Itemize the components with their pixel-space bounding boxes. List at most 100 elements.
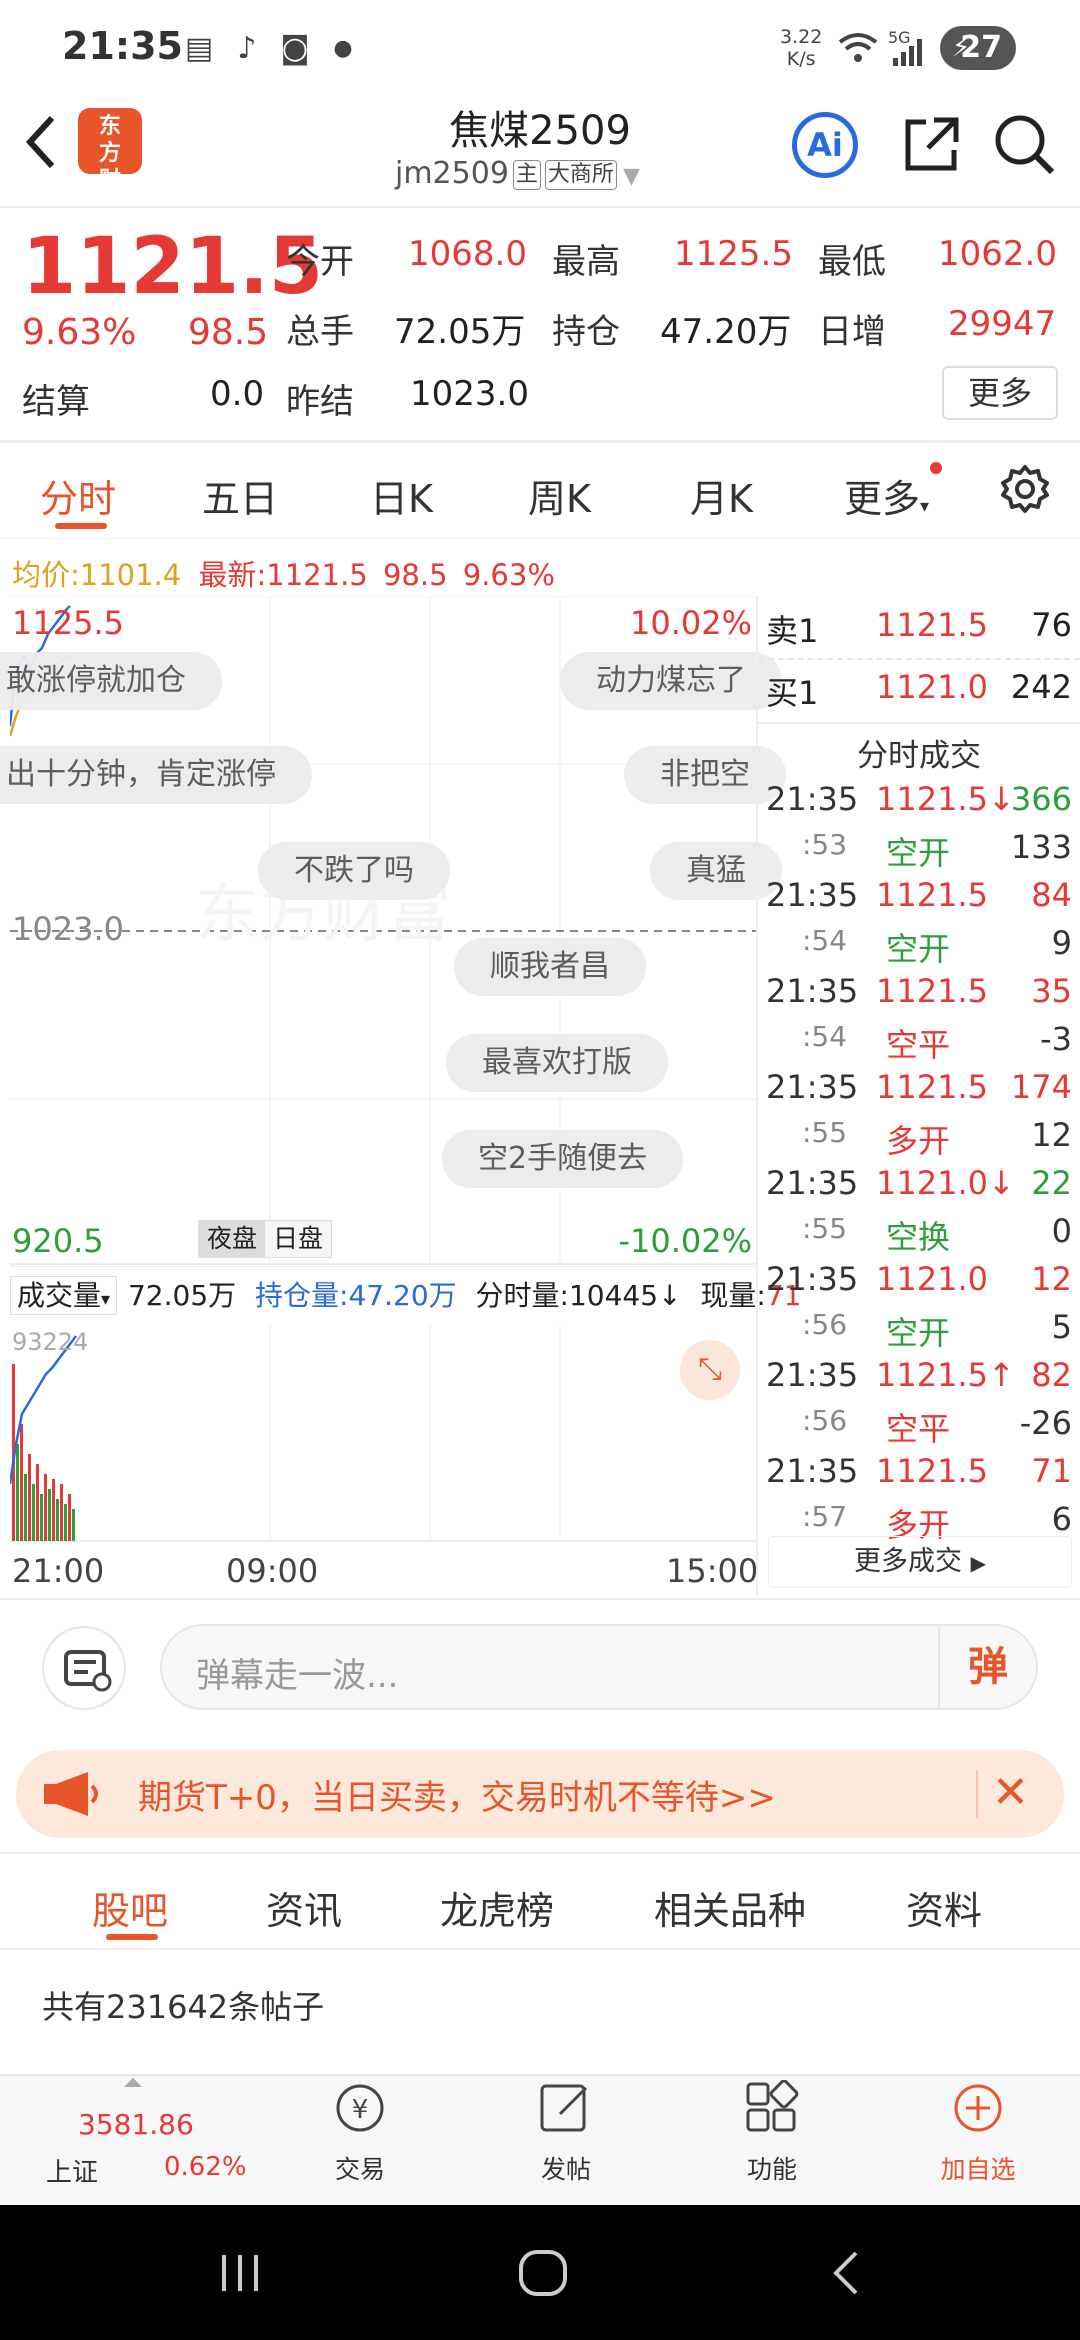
more-quote-button[interactable]: 更多 [942, 366, 1058, 420]
tab-news[interactable]: 资讯 [266, 1880, 342, 1935]
system-nav-bar [0, 2205, 1080, 2340]
settle-label: 结算 [22, 382, 90, 422]
tab-profile[interactable]: 资料 [906, 1880, 982, 1935]
network-speed: 3.22 K/s [780, 26, 823, 70]
more-notifications-icon: ● [333, 36, 353, 61]
prev-settle-value: 1023.0 [410, 374, 529, 414]
open-value: 1068.0 [408, 234, 527, 274]
night-session-tab[interactable]: 夜盘 [199, 1221, 266, 1257]
oi-value: 47.20万 [660, 312, 792, 352]
time-label-start: 21:00 [12, 1552, 105, 1590]
home-icon[interactable] [518, 2249, 568, 2301]
deal-type: 空开 [886, 1314, 951, 1352]
contract-code: jm2509 [395, 156, 509, 191]
settings-gear-icon[interactable] [1000, 464, 1050, 518]
last-price: 1121.5 [22, 222, 323, 312]
tab-intraday[interactable]: 分时 [40, 468, 116, 523]
active-tab-underline [55, 523, 107, 529]
promo-banner[interactable]: 期货T+0，当日买卖，交易时机不等待>> ✕ [16, 1750, 1064, 1838]
deal-time: :55 [802, 1116, 848, 1149]
intraday-chart[interactable]: 东方财富 1125.5 10.02% 1023.0 920.5 -10.02% … [0, 596, 786, 1266]
status-time: 21:35 [62, 24, 183, 68]
deal-row: 21:35 1121.5↑ 82 [758, 1356, 1080, 1404]
signal-icon [890, 36, 928, 74]
deal-price: 1121.0 [876, 1260, 988, 1298]
search-icon[interactable] [990, 110, 1060, 180]
deals-title: 分时成交 [857, 738, 981, 774]
collapse-arrow-icon[interactable] [124, 2078, 142, 2087]
deal-price: 1121.5 [876, 1452, 988, 1490]
tab-monthly-k[interactable]: 月K [690, 468, 753, 523]
deal-row: :53 空开 133 [758, 828, 1080, 876]
deal-qty: 133 [1010, 828, 1072, 866]
order-book: 卖1 1121.5 76 买1 1121.0 242 分时成交 21:35 112… [758, 596, 1080, 1596]
deal-type: 空开 [886, 834, 951, 872]
expand-icon[interactable]: ⤡ [680, 1340, 740, 1400]
deal-row: :56 空平 -26 [758, 1404, 1080, 1452]
volume-total: 72.05万 [127, 1279, 237, 1312]
contract-subtitle[interactable]: jm2509 主大商所 ▼ [395, 156, 640, 191]
deal-row: 21:35 1121.5 35 [758, 972, 1080, 1020]
tab-guba[interactable]: 股吧 [92, 1880, 168, 1935]
chart-bottom-price: 920.5 [12, 1222, 104, 1260]
index-percent: 0.62% [164, 2152, 247, 2182]
deal-type: 空换 [886, 1218, 951, 1256]
tab-related[interactable]: 相关品种 [654, 1880, 806, 1935]
deal-row: 21:35 1121.0↓ 22 [758, 1164, 1080, 1212]
tiktok-icon: ♪ [237, 31, 257, 66]
deal-time: :53 [802, 828, 848, 861]
day-session-tab[interactable]: 日盘 [265, 1221, 331, 1257]
oi-label: 持仓 [552, 312, 620, 352]
calendar-icon: ▤ [184, 31, 214, 66]
chart-mid-price: 1023.0 [12, 910, 124, 948]
deal-row: 21:35 1121.5 174 [758, 1068, 1080, 1116]
close-icon[interactable]: ✕ [992, 1768, 1029, 1818]
change-amount: 98.5 [188, 312, 269, 353]
session-toggle[interactable]: 夜盘 日盘 [198, 1220, 333, 1258]
deal-price: 1121.5↓ [876, 780, 1015, 818]
deal-time: 21:35 [766, 1356, 859, 1394]
danmu-settings-icon[interactable] [42, 1626, 126, 1710]
deal-price: 1121.5 [876, 1068, 988, 1106]
time-volume: 分时量:10445↓ [475, 1279, 682, 1312]
nav-trade[interactable]: ¥ 交易 [290, 2080, 430, 2186]
open-interest: 持仓量:47.20万 [255, 1279, 457, 1312]
index-value[interactable]: 3581.86 [78, 2108, 194, 2141]
deal-type: 空平 [886, 1026, 951, 1064]
nav-post[interactable]: 发帖 [496, 2080, 636, 2186]
high-label: 最高 [552, 242, 620, 282]
deal-qty: 5 [1051, 1308, 1072, 1346]
tab-dragon-tiger[interactable]: 龙虎榜 [440, 1880, 554, 1935]
wifi-icon [838, 30, 878, 68]
svg-text:¥: ¥ [352, 2095, 369, 2125]
deal-time: 21:35 [766, 1068, 859, 1106]
tab-five-day[interactable]: 五日 [202, 468, 278, 523]
deal-price: 1121.0↓ [876, 1164, 1015, 1202]
system-back-icon[interactable] [828, 2249, 864, 2301]
deal-qty: 71 [1031, 1452, 1072, 1490]
deal-qty: 366 [1010, 780, 1072, 818]
deal-qty: 35 [1031, 972, 1072, 1010]
deal-type: 空平 [886, 1410, 951, 1448]
tab-weekly-k[interactable]: 周K [528, 468, 591, 523]
tab-more[interactable]: 更多▾ [844, 468, 929, 523]
danmu-input[interactable]: 弹幕走一波... 弹 [160, 1624, 1038, 1710]
time-label-mid: 09:00 [226, 1552, 319, 1590]
nav-add-watchlist[interactable]: 加自选 [908, 2080, 1048, 2186]
deal-row: :56 空开 5 [758, 1308, 1080, 1356]
danmu-bubble: 最喜欢打版 [446, 1034, 668, 1092]
volume-dropdown[interactable]: 成交量▾ [10, 1276, 118, 1315]
danmu-bubble: 空2手随便去 [442, 1130, 684, 1188]
more-deals-button[interactable]: 更多成交 ▶ [768, 1536, 1072, 1588]
battery-indicator: ⚡ 27 [940, 26, 1016, 70]
share-icon[interactable] [896, 110, 966, 180]
tab-daily-k[interactable]: 日K [370, 468, 433, 523]
deal-price: 1121.5↑ [876, 1356, 1015, 1394]
ai-button[interactable]: Ai [792, 112, 858, 178]
nav-functions[interactable]: 功能 [702, 2079, 842, 2186]
deal-type: 多开 [886, 1122, 951, 1160]
chart-top-percent: 10.02% [629, 604, 752, 642]
danmu-bubble: 动力煤忘了 [560, 652, 782, 710]
recent-apps-icon[interactable] [218, 2253, 264, 2297]
danmu-send-button[interactable]: 弹 [938, 1626, 1036, 1708]
